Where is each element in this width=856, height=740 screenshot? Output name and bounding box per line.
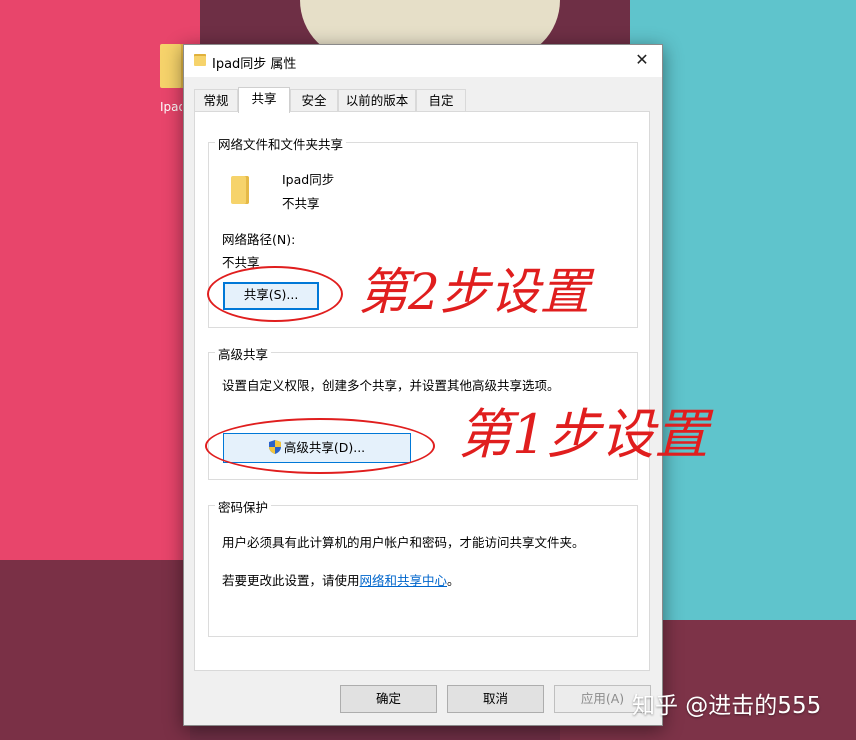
wallpaper-cyan xyxy=(630,0,856,620)
properties-dialog: Ipad同步 属性 ✕ 常规 共享 安全 以前的版本 自定义 网络文件和文件夹共… xyxy=(183,44,663,726)
annotation-step2: 第2步设置 xyxy=(358,263,590,321)
window-title: Ipad同步 属性 xyxy=(212,57,297,72)
folder-share-status: 不共享 xyxy=(282,196,320,211)
network-path-label: 网络路径(N): xyxy=(222,232,296,247)
close-icon[interactable]: ✕ xyxy=(622,45,662,77)
group-title: 密码保护 xyxy=(215,497,272,516)
cancel-button[interactable]: 取消 xyxy=(447,685,544,713)
folder-name: Ipad同步 xyxy=(282,172,335,187)
annotation-step1: 第1步设置 xyxy=(458,403,709,466)
annotation-ring-advanced xyxy=(205,418,435,474)
tab-customize[interactable]: 自定义 xyxy=(416,89,466,130)
hint-suffix: 。 xyxy=(447,573,460,588)
folder-icon xyxy=(231,176,249,204)
group-title: 网络文件和文件夹共享 xyxy=(215,134,347,153)
folder-icon xyxy=(194,54,206,66)
annotation-ring-share xyxy=(207,266,343,322)
network-sharing-center-link[interactable]: 网络和共享中心 xyxy=(360,573,448,588)
hint-prefix: 若要更改此设置，请使用 xyxy=(222,573,360,588)
tab-general[interactable]: 常规 xyxy=(194,89,238,111)
group-title: 高级共享 xyxy=(215,344,272,363)
password-change-hint: 若要更改此设置，请使用网络和共享中心。 xyxy=(222,570,460,589)
folder-icon xyxy=(160,44,184,88)
wallpaper-dark xyxy=(0,560,190,740)
title-bar[interactable]: Ipad同步 属性 ✕ xyxy=(184,45,662,77)
password-description: 用户必须具有此计算机的用户帐户和密码，才能访问共享文件夹。 xyxy=(222,535,585,550)
tab-security[interactable]: 安全 xyxy=(290,89,338,111)
ok-button[interactable]: 确定 xyxy=(340,685,437,713)
password-protection-group: 密码保护 用户必须具有此计算机的用户帐户和密码，才能访问共享文件夹。 若要更改此… xyxy=(208,497,638,637)
desktop-icon-label: Ipad xyxy=(160,100,182,114)
watermark: 知乎 @进击的555 xyxy=(632,693,822,719)
tab-sharing[interactable]: 共享 xyxy=(238,87,290,113)
tab-previous-versions[interactable]: 以前的版本 xyxy=(338,89,416,111)
